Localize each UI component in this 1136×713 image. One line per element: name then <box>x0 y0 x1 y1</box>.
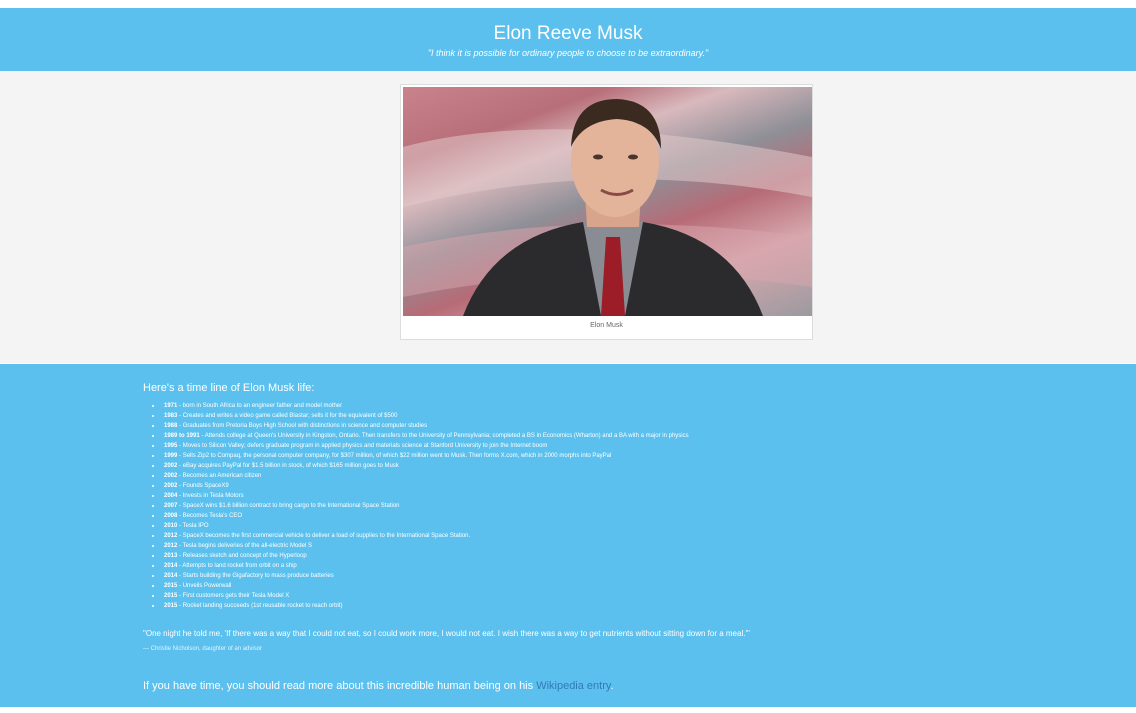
timeline-text: - Attempts to land rocket from orbit on … <box>177 563 297 569</box>
timeline-item: 2015 - First customers gets their Tesla … <box>143 591 689 601</box>
timeline-item: 2002 - Becomes an American citizen <box>143 471 689 481</box>
page-header: Elon Reeve Musk "I think it is possible … <box>0 8 1136 71</box>
timeline-text: - Unveils Powerwall <box>177 583 232 589</box>
timeline-item: 1989 to 1991 - Attends college at Queen'… <box>143 431 689 441</box>
timeline-year: 1999 <box>164 453 178 459</box>
timeline-text: - Starts building the Gigafactory to mas… <box>177 573 334 579</box>
timeline-text: - Graduates from Pretoria Boys High Scho… <box>177 423 428 429</box>
timeline-year: 2014 <box>164 563 178 569</box>
header-quote: "I think it is possible for ordinary peo… <box>427 48 709 58</box>
timeline-text: - SpaceX wins $1.6 billion contract to b… <box>177 503 400 509</box>
timeline-text: - Tesla IPO <box>177 523 209 529</box>
timeline-text: - Invests in Tesla Motors <box>177 493 244 499</box>
timeline-text: - Founds SpaceX9 <box>177 483 229 489</box>
quote-attribution: — Christie Nicholson, daughter of an adv… <box>143 646 263 652</box>
portrait-photo <box>403 87 812 316</box>
timeline-item: 1988 - Graduates from Pretoria Boys High… <box>143 421 689 431</box>
timeline-text: - Becomes Tesla's CEO <box>177 513 243 519</box>
timeline-text: - Tesla begins deliveries of the all-ele… <box>177 543 312 549</box>
timeline-text: - Rocket landing succeeds (1st reusable … <box>177 603 343 609</box>
timeline-year: 2007 <box>164 503 178 509</box>
timeline-year: 1989 to 1991 <box>164 433 200 439</box>
timeline-year: 2015 <box>164 603 178 609</box>
timeline-item: 2004 - Invests in Tesla Motors <box>143 491 689 501</box>
image-section: Elon Musk <box>0 71 1136 363</box>
timeline-year: 1995 <box>164 443 178 449</box>
timeline-year: 1983 <box>164 413 178 419</box>
timeline-year: 1988 <box>164 423 178 429</box>
timeline-item: 1983 - Creates and writes a video game c… <box>143 411 689 421</box>
read-more-text: If you have time, you should read more a… <box>143 680 537 692</box>
timeline-text: - Creates and writes a video game called… <box>177 413 398 419</box>
timeline-text: - Moves to Silicon Valley; defers gradua… <box>177 443 548 449</box>
timeline-year: 2002 <box>164 483 178 489</box>
timeline-year: 2002 <box>164 463 178 469</box>
timeline-year: 2008 <box>164 513 178 519</box>
timeline-item: 1995 - Moves to Silicon Valley; defers g… <box>143 441 689 451</box>
quote-text: "One night he told me, 'If there was a w… <box>143 629 750 638</box>
read-more-period: . <box>610 680 614 692</box>
timeline-year: 1971 <box>164 403 178 409</box>
timeline-year: 2002 <box>164 473 178 479</box>
timeline-year: 2012 <box>164 533 178 539</box>
timeline-text: - Sells Zip2 to Compaq, the personal com… <box>177 453 612 459</box>
timeline-item: 2015 - Rocket landing succeeds (1st reus… <box>143 601 689 611</box>
timeline-text: - born in South Africa to an engineer fa… <box>177 403 343 409</box>
page-title: Elon Reeve Musk <box>493 23 643 44</box>
timeline-year: 2010 <box>164 523 178 529</box>
timeline-year: 2015 <box>164 583 178 589</box>
timeline-text: - SpaceX becomes the first commercial ve… <box>177 533 471 539</box>
timeline-item: 2002 - eBay acquires PayPal for $1.5 bil… <box>143 461 689 471</box>
timeline-list: 1971 - born in South Africa to an engine… <box>143 401 689 611</box>
timeline-year: 2012 <box>164 543 178 549</box>
timeline-year: 2014 <box>164 573 178 579</box>
timeline-section: Here's a time line of Elon Musk life: 19… <box>0 364 1136 707</box>
timeline-year: 2015 <box>164 593 178 599</box>
timeline-text: - Releases sketch and concept of the Hyp… <box>177 553 307 559</box>
timeline-item: 1971 - born in South Africa to an engine… <box>143 401 689 411</box>
timeline-item: 2007 - SpaceX wins $1.6 billion contract… <box>143 501 689 511</box>
image-thumbnail: Elon Musk <box>400 84 813 340</box>
timeline-text: - eBay acquires PayPal for $1.5 billion … <box>177 463 399 469</box>
read-more: If you have time, you should read more a… <box>143 679 614 693</box>
timeline-item: 2010 - Tesla IPO <box>143 521 689 531</box>
timeline-item: 2012 - Tesla begins deliveries of the al… <box>143 541 689 551</box>
timeline-item: 2014 - Attempts to land rocket from orbi… <box>143 561 689 571</box>
timeline-item: 2015 - Unveils Powerwall <box>143 581 689 591</box>
timeline-item: 1999 - Sells Zip2 to Compaq, the persona… <box>143 451 689 461</box>
wikipedia-link[interactable]: Wikipedia entry <box>536 680 610 692</box>
timeline-text: - Becomes an American citizen <box>177 473 262 479</box>
timeline-item: 2002 - Founds SpaceX9 <box>143 481 689 491</box>
timeline-text: - First customers gets their Tesla Model… <box>177 593 290 599</box>
timeline-item: 2013 - Releases sketch and concept of th… <box>143 551 689 561</box>
timeline-heading: Here's a time line of Elon Musk life: <box>143 382 315 394</box>
timeline-year: 2004 <box>164 493 178 499</box>
timeline-item: 2008 - Becomes Tesla's CEO <box>143 511 689 521</box>
timeline-item: 2014 - Starts building the Gigafactory t… <box>143 571 689 581</box>
image-caption: Elon Musk <box>590 322 623 329</box>
timeline-year: 2013 <box>164 553 178 559</box>
timeline-text: - Attends college at Queen's University … <box>199 433 689 439</box>
timeline-item: 2012 - SpaceX becomes the first commerci… <box>143 531 689 541</box>
